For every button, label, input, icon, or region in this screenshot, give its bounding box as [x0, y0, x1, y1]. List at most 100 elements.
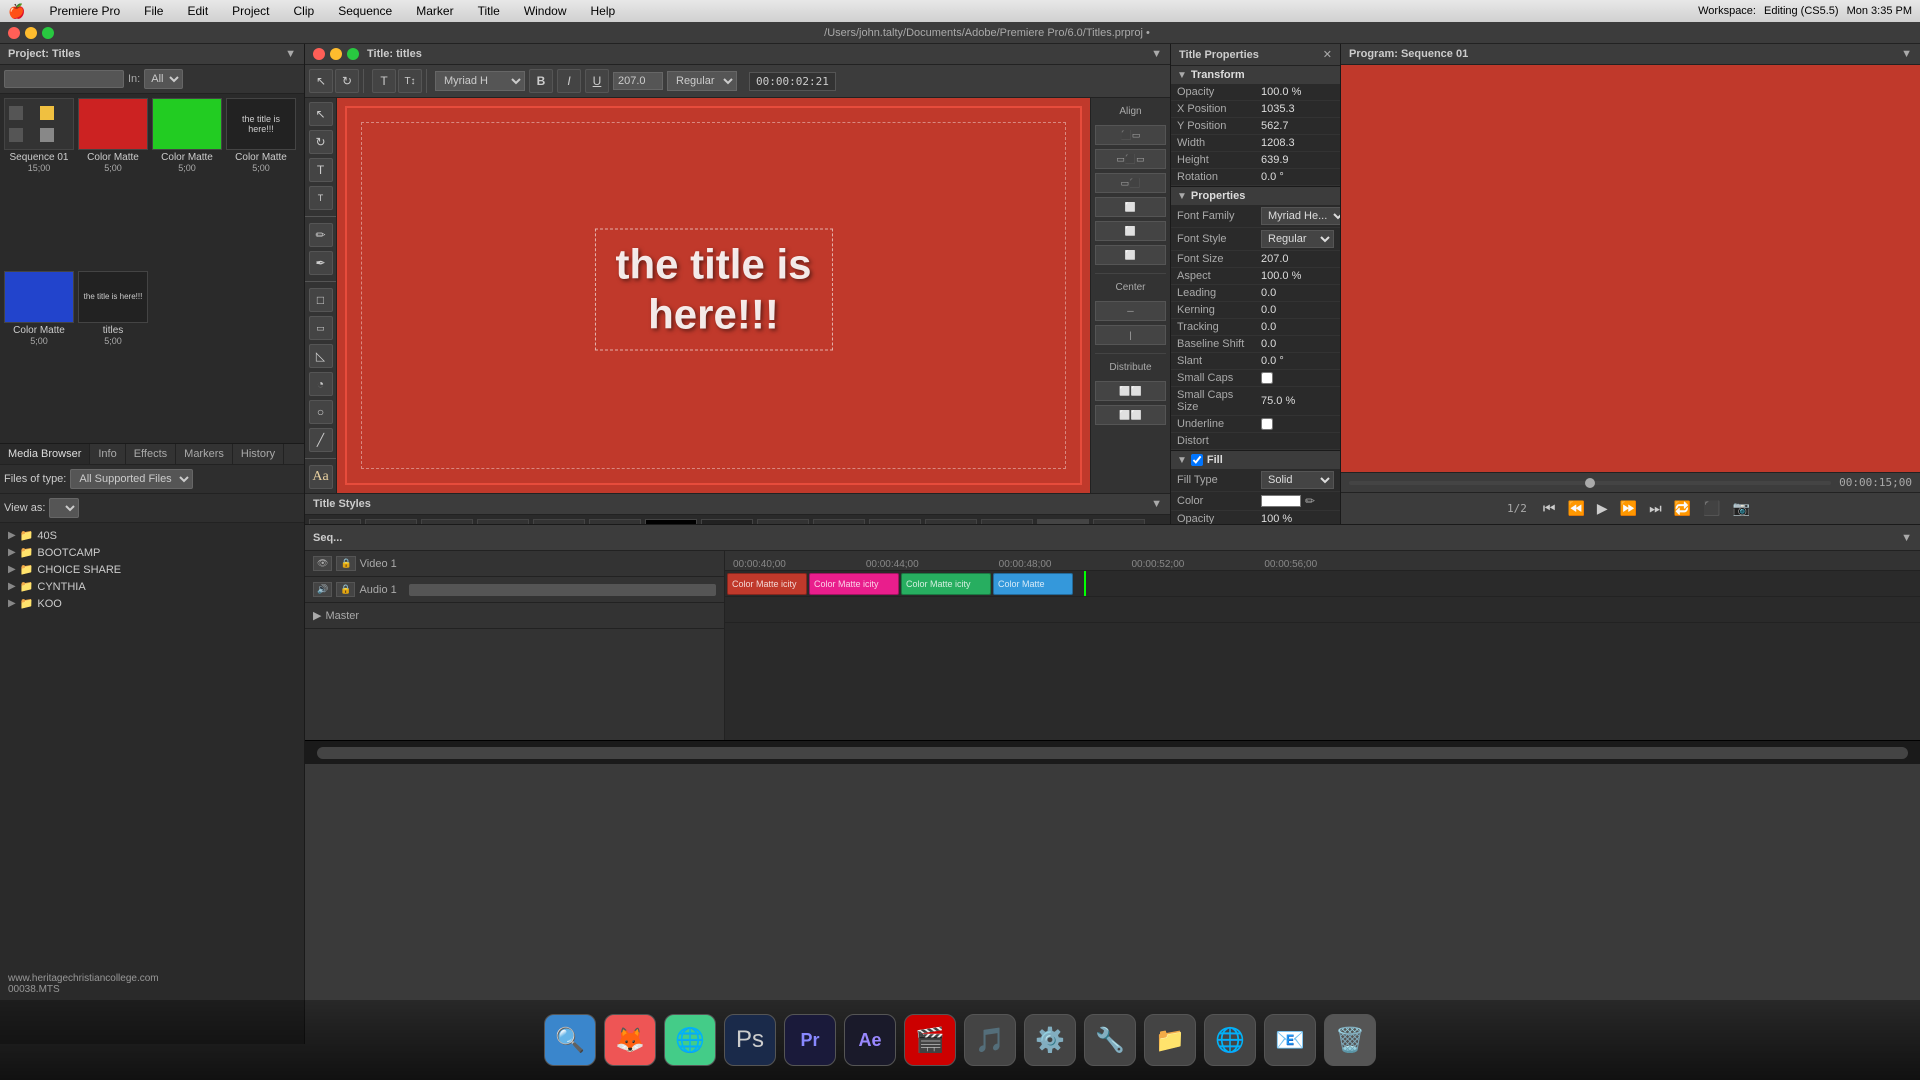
- center-h[interactable]: ─: [1095, 301, 1166, 321]
- dock-item-8[interactable]: ⚙️: [1024, 1014, 1076, 1066]
- close-button[interactable]: [8, 27, 20, 39]
- properties-header[interactable]: ▼ Properties: [1171, 187, 1340, 205]
- safe-margins[interactable]: ⬛: [1699, 498, 1724, 519]
- timeline-scrollbar[interactable]: [317, 747, 1908, 759]
- play-pause[interactable]: ▶: [1593, 498, 1612, 519]
- dist-h[interactable]: ⬜⬜: [1095, 381, 1166, 401]
- dock-trash[interactable]: 🗑️: [1324, 1014, 1376, 1066]
- tree-item-40s[interactable]: ▶ 📁 40S: [4, 527, 300, 544]
- clip-blue-matte[interactable]: Color Matte: [993, 573, 1073, 595]
- panel-menu-icon[interactable]: ▼: [285, 48, 296, 60]
- clip-red-matte[interactable]: Color Matte icity: [727, 573, 807, 595]
- font-style-prop-select[interactable]: Regular: [1261, 230, 1334, 248]
- tab-info[interactable]: Info: [90, 444, 125, 464]
- dock-premiere[interactable]: Pr: [784, 1014, 836, 1066]
- menu-project[interactable]: Project: [228, 4, 273, 18]
- dock-firefox[interactable]: 🦊: [604, 1014, 656, 1066]
- master-arrow[interactable]: ▶: [313, 609, 321, 622]
- loop-button[interactable]: 🔁: [1670, 498, 1695, 519]
- tool-type-vertical[interactable]: T↕: [398, 69, 422, 93]
- align-bottom[interactable]: ⬜: [1095, 245, 1166, 265]
- project-item-sequence[interactable]: Sequence 01 15;00: [4, 98, 74, 267]
- rewind-to-start[interactable]: ⏮: [1539, 498, 1560, 519]
- font-style-select[interactable]: Regular: [667, 71, 737, 91]
- font-size-input[interactable]: [613, 72, 663, 90]
- tool-select[interactable]: ↖: [309, 69, 333, 93]
- fill-header[interactable]: ▼ Fill: [1171, 451, 1340, 469]
- center-v[interactable]: |: [1095, 325, 1166, 345]
- menu-edit[interactable]: Edit: [183, 4, 212, 18]
- font-family-prop-select[interactable]: Myriad He...: [1261, 207, 1340, 225]
- menu-file[interactable]: File: [140, 4, 167, 18]
- timeline-ruler[interactable]: 00:00:40;00 00:00:44;00 00:00:48;00 00:0…: [725, 551, 1920, 740]
- dock-item-11[interactable]: 🌐: [1204, 1014, 1256, 1066]
- project-item-green-matte[interactable]: Color Matte 5;00: [152, 98, 222, 267]
- tool-type[interactable]: T: [372, 69, 396, 93]
- small-caps-checkbox[interactable]: [1261, 372, 1273, 384]
- align-left[interactable]: ⬛▭: [1095, 125, 1166, 145]
- timeline-menu[interactable]: ▼: [1901, 532, 1912, 544]
- title-editor-menu[interactable]: ▼: [1151, 48, 1162, 60]
- menu-clip[interactable]: Clip: [290, 4, 319, 18]
- tab-media-browser[interactable]: Media Browser: [0, 444, 90, 464]
- minimize-button[interactable]: [25, 27, 37, 39]
- dock-item-7[interactable]: 🎵: [964, 1014, 1016, 1066]
- align-center-v[interactable]: ⬜: [1095, 221, 1166, 241]
- step-back[interactable]: ⏪: [1563, 498, 1588, 519]
- dock-finder[interactable]: 🔍: [544, 1014, 596, 1066]
- clip-pink-matte[interactable]: Color Matte icity: [809, 573, 899, 595]
- program-menu[interactable]: ▼: [1901, 48, 1912, 60]
- title-props-close[interactable]: ✕: [1323, 48, 1332, 61]
- menu-marker[interactable]: Marker: [412, 4, 457, 18]
- step-forward[interactable]: ⏩: [1616, 498, 1641, 519]
- tool-path[interactable]: ✏: [309, 223, 333, 247]
- menu-premiere[interactable]: Premiere Pro: [45, 4, 124, 18]
- color-eyedropper[interactable]: ✏: [1305, 494, 1315, 508]
- workspace-value[interactable]: Editing (CS5.5): [1764, 5, 1839, 17]
- align-center-h[interactable]: ▭⬛▭: [1095, 149, 1166, 169]
- tree-item-cynthia[interactable]: ▶ 📁 CYNTHIA: [4, 578, 300, 595]
- forward-to-end[interactable]: ⏭: [1645, 498, 1666, 519]
- title-editor-close[interactable]: [313, 48, 325, 60]
- project-item-red-matte[interactable]: Color Matte 5;00: [78, 98, 148, 267]
- bold-button[interactable]: B: [529, 69, 553, 93]
- dock-item-red[interactable]: 🎬: [904, 1014, 956, 1066]
- video1-lock[interactable]: 🔒: [336, 556, 355, 571]
- fill-enabled-checkbox[interactable]: [1191, 454, 1203, 466]
- tool-rect[interactable]: □: [309, 288, 333, 312]
- menu-title[interactable]: Title: [474, 4, 504, 18]
- tool-clipped-rect[interactable]: ▭: [309, 316, 333, 340]
- export-frame[interactable]: 📷: [1729, 498, 1754, 519]
- dock-chrome[interactable]: 🌐: [664, 1014, 716, 1066]
- title-canvas[interactable]: the title ishere!!!: [337, 98, 1090, 493]
- dock-item-12[interactable]: 📧: [1264, 1014, 1316, 1066]
- file-type-select[interactable]: All Supported Files: [70, 469, 193, 489]
- italic-button[interactable]: I: [557, 69, 581, 93]
- project-item-titles[interactable]: the title is here!!! titles 5;00: [78, 271, 148, 440]
- font-family-select[interactable]: Myriad H: [435, 71, 525, 91]
- audio1-mute[interactable]: 🔊: [313, 582, 332, 597]
- transform-header[interactable]: ▼ Transform: [1171, 66, 1340, 84]
- project-item-blue-matte2[interactable]: Color Matte 5;00: [4, 271, 74, 440]
- in-select[interactable]: All: [144, 69, 183, 89]
- view-select[interactable]: [49, 498, 79, 518]
- dock-photoshop[interactable]: Ps: [724, 1014, 776, 1066]
- align-right[interactable]: ▭⬛: [1095, 173, 1166, 193]
- maximize-button[interactable]: [42, 27, 54, 39]
- tool-ellipse[interactable]: ○: [309, 400, 333, 424]
- audio1-lock[interactable]: 🔒: [336, 582, 355, 597]
- fill-type-select[interactable]: Solid: [1261, 471, 1334, 489]
- tab-effects[interactable]: Effects: [126, 444, 176, 464]
- canvas-text-box[interactable]: the title ishere!!!: [594, 228, 832, 351]
- tool-arrow[interactable]: ↖: [309, 102, 333, 126]
- title-editor-max[interactable]: [347, 48, 359, 60]
- video1-eye[interactable]: 👁: [313, 556, 332, 571]
- apple-menu[interactable]: 🍎: [8, 3, 25, 20]
- dist-v[interactable]: ⬜⬜: [1095, 405, 1166, 425]
- underline-button[interactable]: U: [585, 69, 609, 93]
- tree-item-koo[interactable]: ▶ 📁 KOO: [4, 595, 300, 612]
- menu-sequence[interactable]: Sequence: [334, 4, 396, 18]
- menu-window[interactable]: Window: [520, 4, 571, 18]
- tab-markers[interactable]: Markers: [176, 444, 233, 464]
- tool-rotate[interactable]: ↻: [335, 69, 359, 93]
